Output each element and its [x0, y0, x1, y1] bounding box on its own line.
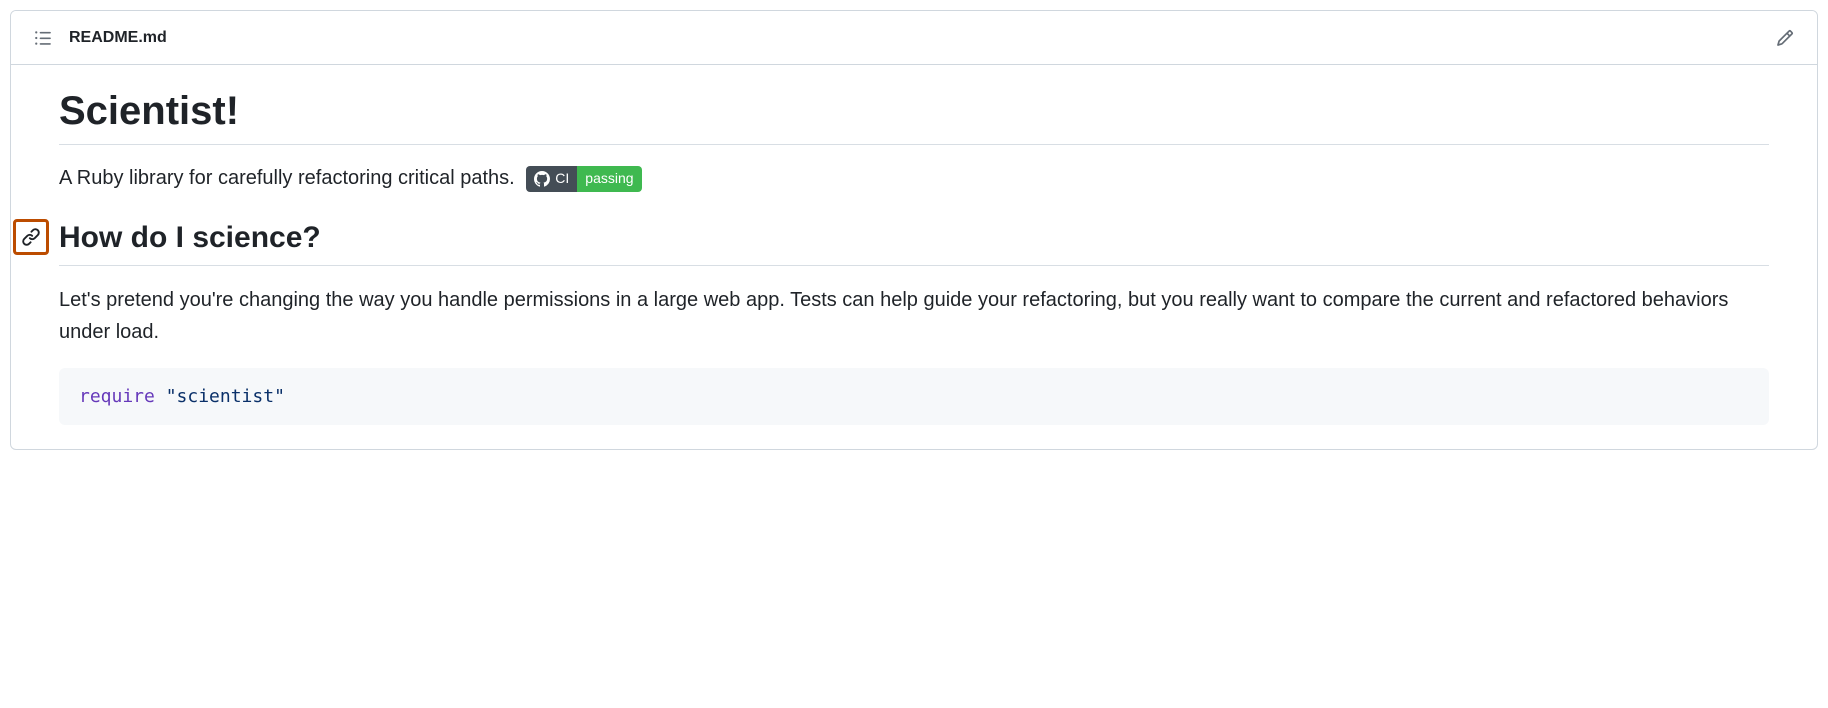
pencil-icon [1776, 29, 1794, 47]
description-paragraph: A Ruby library for carefully refactoring… [59, 163, 1769, 193]
section-heading-row: How do I science? [59, 221, 1769, 266]
code-string: "scientist" [166, 386, 285, 407]
github-icon [534, 171, 550, 187]
badge-status: passing [577, 166, 641, 192]
page-title: Scientist! [59, 89, 1769, 145]
list-unordered-icon [34, 29, 52, 47]
badge-label: CI [555, 168, 569, 189]
readme-header: README.md [11, 11, 1817, 65]
code-block: require "scientist" [59, 368, 1769, 425]
link-icon [21, 227, 41, 247]
heading-anchor-link[interactable] [13, 219, 49, 255]
badge-left: CI [526, 166, 577, 192]
table-of-contents-button[interactable] [27, 22, 59, 54]
readme-container: README.md Scientist! A Ruby library for … [10, 10, 1818, 450]
code-keyword: require [79, 386, 155, 407]
section-heading: How do I science? [59, 221, 1769, 255]
description-text: A Ruby library for carefully refactoring… [59, 167, 515, 189]
edit-button[interactable] [1769, 22, 1801, 54]
ci-status-badge[interactable]: CI passing [526, 166, 641, 192]
section-body: Let's pretend you're changing the way yo… [59, 284, 1769, 348]
markdown-body: Scientist! A Ruby library for carefully … [11, 65, 1817, 449]
filename-label: README.md [69, 29, 167, 47]
